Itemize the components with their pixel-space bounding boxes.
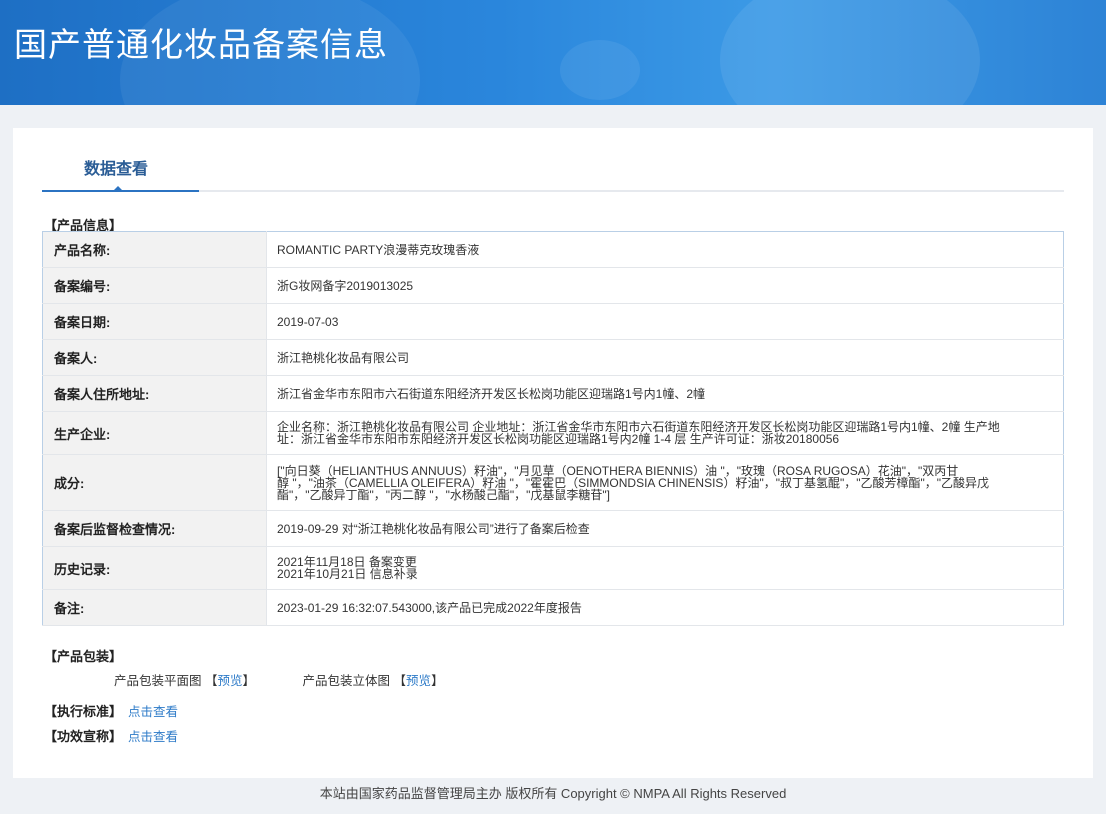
info-row-value: 2019-09-29 对“浙江艳桃化妆品有限公司”进行了备案后检查 — [266, 510, 1064, 547]
banner-decoration — [720, 0, 980, 105]
info-row-label: 备案编号: — [42, 267, 267, 304]
info-row-value-line: 2019-09-29 对“浙江艳桃化妆品有限公司”进行了备案后检查 — [277, 521, 590, 536]
info-row-value: 企业名称：浙江艳桃化妆品有限公司 企业地址：浙江省金华市东阳市六石街道东阳经济开… — [266, 411, 1064, 455]
footer-copyright: 本站由国家药品监督管理局主办 版权所有 Copyright © NMPA All… — [319, 786, 787, 801]
tab-bar: 数据查看 — [42, 128, 1064, 192]
efficacy-view-link[interactable]: 点击查看 — [128, 730, 178, 744]
standard-row: 【执行标准】 点击查看 — [44, 701, 178, 720]
info-row-value: ROMANTIC PARTY浪漫蒂克玫瑰香液 — [266, 231, 1064, 268]
info-row-value: 浙江省金华市东阳市六石街道东阳经济开发区长松岗功能区迎瑞路1号内1幢、2幢 — [266, 375, 1064, 412]
info-row: 成分: ["向日葵（HELIANTHUS ANNUUS）籽油"，"月见草（OENO… — [42, 454, 1064, 511]
info-row: 备案人住所地址: 浙江省金华市东阳市六石街道东阳经济开发区长松岗功能区迎瑞路1号内… — [42, 375, 1064, 412]
info-row-label: 备注: — [42, 589, 267, 626]
bracket-open: 【 — [205, 674, 218, 688]
info-row-value: 2021年11月18日 备案变更 2021年10月21日 信息补录 — [266, 546, 1064, 590]
info-row-label: 产品名称: — [42, 231, 267, 268]
bracket-close: 】 — [431, 674, 444, 688]
tab-data-view[interactable]: 数据查看 — [42, 128, 199, 192]
info-row-label: 备案人: — [42, 339, 267, 376]
info-row-label: 备案后监督检查情况: — [42, 510, 267, 547]
banner-decoration — [560, 40, 640, 100]
info-row-value: 浙江艳桃化妆品有限公司 — [266, 339, 1064, 376]
info-row-value-line: 浙G妆网备字2019013025 — [277, 278, 414, 293]
info-row: 备注: 2023-01-29 16:32:07.543000,该产品已完成2022… — [42, 589, 1064, 626]
tab-label: 数据查看 — [84, 161, 149, 178]
standard-label: 【执行标准】 — [44, 704, 123, 719]
info-row-value-line: 醇 "，"油茶（CAMELLIA OLEIFERA）籽油 "，"霍霍巴（SIMM… — [277, 475, 989, 490]
info-row: 历史记录: 2021年11月18日 备案变更 2021年10月21日 信息补录 — [42, 546, 1064, 590]
info-row-value-line: 浙江艳桃化妆品有限公司 — [277, 350, 410, 365]
efficacy-row: 【功效宣称】 点击查看 — [44, 726, 178, 745]
info-row-value-line: 2019-07-03 — [277, 314, 339, 329]
info-row-value: 2019-07-03 — [266, 303, 1064, 340]
bracket-open: 【 — [393, 674, 407, 688]
packaging-flat-label: 产品包装平面图 — [114, 674, 202, 688]
content-card: 数据查看 【产品信息】 产品名称: ROMANTIC PARTY浪漫蒂克玫瑰香液备… — [13, 128, 1093, 778]
packaging-flat-item: 产品包装平面图 【预览】 — [114, 670, 255, 689]
packaging-flat-preview-link[interactable]: 预览 — [218, 674, 243, 688]
bracket-close: 】 — [242, 674, 256, 688]
info-row-label: 备案日期: — [42, 303, 267, 340]
info-row-value-line: 址：浙江省金华市东阳市东阳经济开发区长松岗功能区迎瑞路1号内2幢 1-4 层 生… — [277, 432, 840, 446]
info-row-value-line: 2023-01-29 16:32:07.543000,该产品已完成2022年度报… — [277, 600, 582, 615]
info-row-value-line: ["向日葵（HELIANTHUS ANNUUS）籽油"，"月见草（OENOTHE… — [277, 463, 959, 478]
packaging-3d-preview-link[interactable]: 预览 — [406, 674, 431, 688]
info-row-value: ["向日葵（HELIANTHUS ANNUUS）籽油"，"月见草（OENOTHE… — [266, 454, 1064, 511]
packaging-title: 【产品包装】 — [44, 649, 123, 664]
info-row: 备案日期: 2019-07-03 — [42, 303, 1064, 340]
info-row-value-line: 浙江省金华市东阳市六石街道东阳经济开发区长松岗功能区迎瑞路1号内1幢、2幢 — [277, 386, 706, 401]
info-row: 备案人: 浙江艳桃化妆品有限公司 — [42, 339, 1064, 376]
info-row: 备案后监督检查情况: 2019-09-29 对“浙江艳桃化妆品有限公司”进行了备案… — [42, 510, 1064, 547]
standard-view-link[interactable]: 点击查看 — [128, 705, 178, 719]
info-row-label: 历史记录: — [42, 546, 267, 590]
header-banner: 国产普通化妆品备案信息 — [0, 0, 1106, 105]
info-row: 产品名称: ROMANTIC PARTY浪漫蒂克玫瑰香液 — [42, 231, 1064, 268]
tab-caret-icon — [112, 186, 124, 192]
info-row-value: 2023-01-29 16:32:07.543000,该产品已完成2022年度报… — [266, 589, 1064, 626]
packaging-3d-item: 产品包装立体图 【预览】 — [303, 670, 444, 689]
info-row-label: 备案人住所地址: — [42, 375, 267, 412]
info-row: 生产企业: 企业名称：浙江艳桃化妆品有限公司 企业地址：浙江省金华市东阳市六石街道… — [42, 411, 1064, 455]
info-row-value-line: 酯"，"乙酸异丁酯"，"丙二醇 "，"水杨酸己酯"，"戊基鼠李糖苷"] — [277, 487, 611, 502]
packaging-3d-label: 产品包装立体图 — [302, 674, 391, 688]
product-info-table: 产品名称: ROMANTIC PARTY浪漫蒂克玫瑰香液 备案编号: 浙G妆网备字20… — [42, 231, 1064, 626]
info-row: 备案编号: 浙G妆网备字2019013025 — [42, 267, 1064, 304]
info-row-value-line: 2021年10月21日 信息补录 — [277, 567, 418, 581]
info-row-label: 生产企业: — [42, 411, 267, 455]
info-row-value: 浙G妆网备字2019013025 — [266, 267, 1064, 304]
packaging-row: 产品包装平面图 【预览】 产品包装立体图 【预览】 — [114, 670, 488, 689]
info-row-label: 成分: — [42, 454, 267, 511]
page-title: 国产普通化妆品备案信息 — [14, 25, 388, 64]
info-row-value-line: ROMANTIC PARTY浪漫蒂克玫瑰香液 — [277, 242, 480, 257]
efficacy-label: 【功效宣称】 — [44, 729, 123, 744]
